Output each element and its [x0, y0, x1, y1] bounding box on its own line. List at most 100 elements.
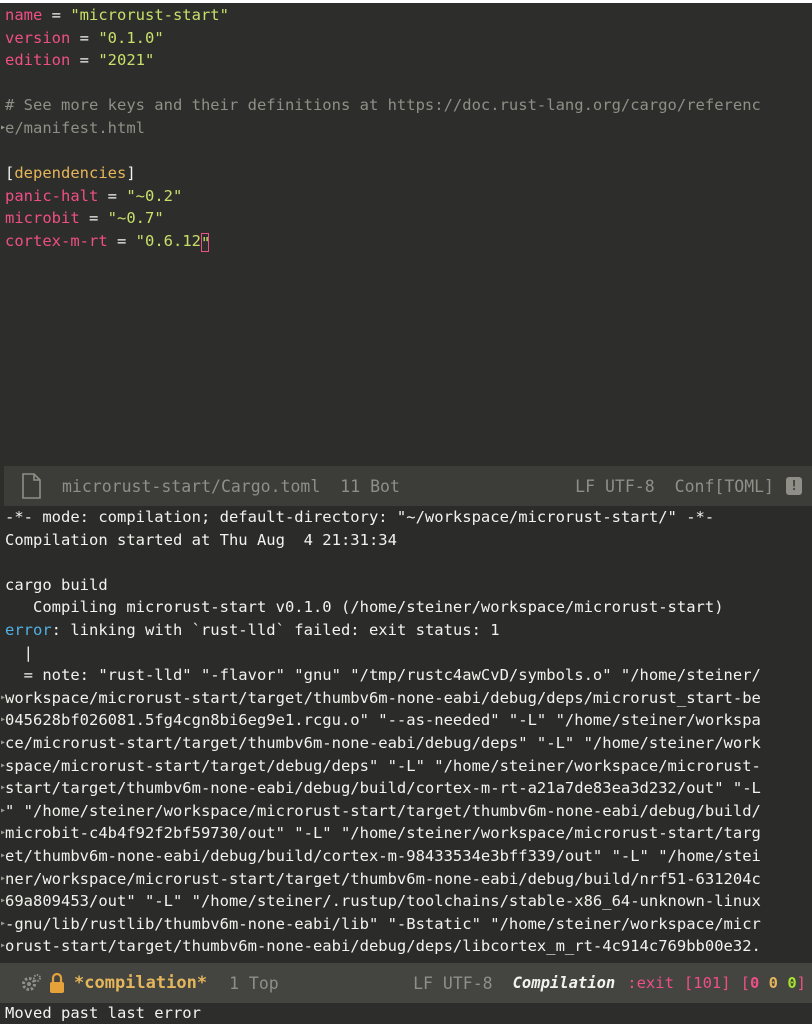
toml-value: "0.1.0"	[98, 28, 164, 47]
toml-value: "~0.7"	[107, 209, 164, 228]
wrap-indicator-icon: ▸	[0, 782, 7, 794]
compiling-line: Compiling microrust-start v0.1.0 (/home/…	[5, 598, 724, 617]
bracket-close: ]	[126, 164, 136, 183]
toml-section-line[interactable]: [dependencies]	[0, 162, 812, 185]
toml-line-dep[interactable]: microbit = "~0.7"	[0, 207, 812, 230]
toml-value: "2021"	[98, 51, 155, 70]
exit-code: [101]	[683, 974, 731, 992]
comment-continuation: e/manifest.html	[5, 118, 145, 137]
note-line-wrapped: ▸ space/microrust-start/target/debug/deps…	[0, 755, 812, 778]
wrap-indicator-icon: ▸	[0, 714, 7, 726]
toml-value: "0.6.12	[135, 231, 201, 250]
note-line-wrapped: ▸ 045628bf026081.5fg4cgn8bi6eg9e1.rcgu.o"…	[0, 709, 812, 732]
toml-line-name[interactable]: name = "microrust-start"	[0, 4, 812, 27]
editor-buffer[interactable]: name = "microrust-start" version = "0.1.…	[0, 4, 812, 465]
note-text: 045628bf026081.5fg4cgn8bi6eg9e1.rcgu.o" …	[5, 711, 761, 730]
toml-line-dep[interactable]: cortex-m-rt = "0.6.12"	[0, 230, 812, 253]
note-line-wrapped: ▸ et/thumbv6m-none-eabi/debug/build/corte…	[0, 845, 812, 868]
note-text: orust-start/target/thumbv6m-none-eabi/de…	[5, 937, 761, 956]
toml-line-dep[interactable]: panic-halt = "~0.2"	[0, 185, 812, 208]
toml-line-version[interactable]: version = "0.1.0"	[0, 27, 812, 50]
compilation-header: -*- mode: compilation; default-directory…	[5, 508, 715, 526]
section-name: dependencies	[14, 164, 127, 183]
compilation-started: Compilation started at Thu Aug 4 21:31:3…	[5, 530, 397, 549]
major-mode[interactable]: Conf[TOML]	[675, 477, 774, 496]
compilation-command: cargo build	[5, 575, 108, 594]
encoding-indicator[interactable]: LF UTF-8	[413, 974, 492, 993]
note-text: workspace/microrust-start/target/thumbv6…	[5, 688, 761, 707]
toml-key: cortex-m-rt	[5, 231, 108, 250]
note-line: = note: "rust-lld" "-flavor" "gnu" "/tmp…	[0, 664, 812, 687]
wrap-indicator-icon: ▸	[0, 940, 7, 952]
comment-line[interactable]: # See more keys and their definitions at…	[0, 94, 812, 117]
file-icon	[22, 473, 41, 499]
pipe-line: |	[5, 643, 33, 662]
toml-eq: =	[107, 231, 136, 250]
major-mode[interactable]: Compilation	[513, 974, 616, 992]
gear-icon	[22, 974, 41, 991]
note-text: start/target/thumbv6m-none-eabi/debug/bu…	[5, 779, 761, 798]
note-line-wrapped: ▸ workspace/microrust-start/target/thumbv…	[0, 687, 812, 710]
note-output: = note: "rust-lld" "-flavor" "gnu" "/tmp…	[0, 664, 812, 958]
error-count: 0	[749, 974, 760, 992]
toml-eq: =	[70, 28, 99, 47]
info-count: 0	[787, 974, 797, 992]
compilation-buffer-name[interactable]: *compilation*	[74, 973, 207, 993]
toml-line-edition[interactable]: edition = "2021"	[0, 49, 812, 72]
warning-count: 0	[768, 974, 778, 992]
error-counts[interactable]: [0 0 0]	[741, 974, 806, 992]
note-text: = note: "rust-lld" "-flavor" "gnu" "/tmp…	[5, 666, 761, 685]
toml-value: "~0.2"	[126, 186, 183, 205]
wrap-indicator-icon: ▸	[0, 121, 7, 133]
exit-label: :exit	[627, 974, 674, 992]
count-bracket-open: [	[740, 974, 750, 992]
note-line-wrapped: ▸ 69a809453/out" "-L" "/home/steiner/.rus…	[0, 890, 812, 913]
toml-key: name	[5, 6, 43, 24]
note-text: 69a809453/out" "-L" "/home/steiner/.rust…	[5, 892, 761, 911]
mode-line-fringe	[0, 466, 4, 506]
wrap-indicator-icon: ▸	[0, 804, 7, 816]
buffer-position: 1 Top	[229, 973, 279, 993]
lock-icon	[50, 972, 64, 993]
note-text: microbit-c4b4f92f2bf59730/out" "-L" "/ho…	[5, 824, 761, 843]
toml-eq: =	[70, 51, 99, 70]
buffer-file-name[interactable]: microrust-start/Cargo.toml	[62, 477, 320, 496]
wrap-indicator-icon: ▸	[0, 895, 7, 907]
cursor-char: "	[200, 233, 211, 252]
error-line[interactable]: error: linking with `rust-lld` failed: e…	[0, 619, 812, 642]
mode-line-editor[interactable]: microrust-start/Cargo.toml 11 Bot LF UTF…	[0, 466, 812, 506]
wrap-indicator-icon: ▸	[0, 849, 7, 861]
count-bracket-close: ]	[796, 974, 806, 992]
toml-value: "microrust-start"	[70, 6, 229, 24]
wrap-indicator-icon: ▸	[0, 759, 7, 771]
note-line-wrapped: ▸ " "/home/steiner/workspace/microrust-st…	[0, 800, 812, 823]
error-label[interactable]: error	[5, 621, 52, 639]
error-message: : linking with `rust-lld` failed: exit s…	[51, 620, 500, 639]
bracket-open: [	[5, 164, 15, 183]
note-line-wrapped: ▸ ce/microrust-start/target/thumbv6m-none…	[0, 732, 812, 755]
toml-eq: =	[42, 6, 71, 24]
note-text: " "/home/steiner/workspace/microrust-sta…	[5, 801, 761, 820]
toml-key: microbit	[5, 209, 80, 228]
mode-line-compilation[interactable]: *compilation* 1 Top LF UTF-8 Compilation…	[0, 963, 812, 1003]
wrap-indicator-icon: ▸	[0, 917, 7, 929]
toml-key: panic-halt	[5, 186, 99, 205]
wrap-indicator-icon: ▸	[0, 827, 7, 839]
compilation-buffer[interactable]: -*- mode: compilation; default-directory…	[0, 506, 812, 962]
window-top-edge	[0, 0, 812, 3]
wrap-indicator-icon: ▸	[0, 872, 7, 884]
toml-eq: =	[98, 186, 127, 205]
note-line-wrapped: ▸ microbit-c4b4f92f2bf59730/out" "-L" "/h…	[0, 822, 812, 845]
toml-eq: =	[79, 209, 108, 228]
note-line-wrapped: ▸ ner/workspace/microrust-start/target/th…	[0, 868, 812, 891]
wrap-indicator-icon: ▸	[0, 691, 7, 703]
buffer-position: 11 Bot	[340, 476, 400, 496]
encoding-indicator[interactable]: LF UTF-8	[575, 477, 654, 496]
echo-area: Moved past last error	[0, 1003, 812, 1024]
note-text: ner/workspace/microrust-start/target/thu…	[5, 869, 761, 888]
note-text: ce/microrust-start/target/thumbv6m-none-…	[5, 733, 761, 752]
note-line-wrapped: ▸ -gnu/lib/rustlib/thumbv6m-none-eabi/lib…	[0, 913, 812, 936]
warning-badge-icon[interactable]: !	[786, 477, 802, 495]
comment-line-wrapped[interactable]: ▸ e/manifest.html	[0, 117, 812, 140]
note-line-wrapped: ▸ start/target/thumbv6m-none-eabi/debug/b…	[0, 777, 812, 800]
